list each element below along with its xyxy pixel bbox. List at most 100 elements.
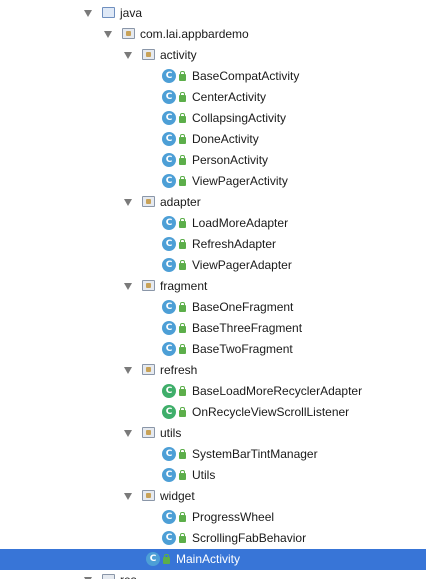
tree-row[interactable]: C OnRecycleViewScrollListener [0,402,426,423]
lock-icon [179,92,186,102]
expand-arrow-icon[interactable] [104,31,112,38]
lock-icon [179,239,186,249]
tree-row[interactable]: C BaseLoadMoreRecyclerAdapter [0,381,426,402]
class-icon: C [162,300,176,314]
folder-icon [102,574,115,579]
tree-item-label: RefreshAdapter [192,237,277,251]
tree-row[interactable]: res [0,570,426,579]
tree-row[interactable]: C ProgressWheel [0,507,426,528]
tree-row[interactable]: widget [0,486,426,507]
lock-icon [179,155,186,165]
class-icon: C [162,111,176,125]
class-icon: C [162,174,176,188]
class-icon: C [146,552,160,566]
lock-icon [179,302,186,312]
tree-row[interactable]: C BaseThreeFragment [0,318,426,339]
tree-item-label: widget [160,489,195,503]
tree-item-label: BaseThreeFragment [192,321,303,335]
package-icon [142,490,155,501]
expand-arrow-icon[interactable] [124,367,132,374]
tree-row[interactable]: fragment [0,276,426,297]
tree-item-label: utils [160,426,182,440]
tree-row[interactable]: C ScrollingFabBehavior [0,528,426,549]
class-icon: C [162,132,176,146]
lock-icon [179,449,186,459]
lock-icon [179,260,186,270]
package-icon [122,28,135,39]
tree-item-label: CenterActivity [192,90,267,104]
tree-row[interactable]: C ViewPagerAdapter [0,255,426,276]
expand-arrow-icon[interactable] [84,10,92,17]
lock-icon [179,113,186,123]
class-icon: C [162,447,176,461]
tree-row[interactable]: adapter [0,192,426,213]
tree-row[interactable]: C CenterActivity [0,87,426,108]
lock-icon [179,71,186,81]
tree-row[interactable]: C CollapsingActivity [0,108,426,129]
expand-arrow-icon[interactable] [124,199,132,206]
package-icon [142,427,155,438]
lock-icon [179,533,186,543]
tree-row[interactable]: C LoadMoreAdapter [0,213,426,234]
class-icon: C [162,237,176,251]
class-icon: C [162,216,176,230]
package-icon [142,49,155,60]
tree-row[interactable]: C ViewPagerActivity [0,171,426,192]
package-icon [142,196,155,207]
tree-item-label: java [120,6,143,20]
tree-item-label: PersonActivity [192,153,269,167]
tree-row[interactable]: activity [0,45,426,66]
tree-item-label: activity [160,48,197,62]
tree-item-label: BaseLoadMoreRecyclerAdapter [192,384,363,398]
class-icon: C [162,531,176,545]
tree-item-label: BaseOneFragment [192,300,294,314]
tree-row[interactable]: C PersonActivity [0,150,426,171]
expand-arrow-icon[interactable] [124,493,132,500]
lock-icon [179,218,186,228]
class-icon: C [162,69,176,83]
lock-icon [179,386,186,396]
tree-item-label: ViewPagerActivity [192,174,288,188]
tree-item-label: Utils [192,468,216,482]
class-icon: C [162,90,176,104]
expand-arrow-icon[interactable] [124,52,132,59]
expand-arrow-icon[interactable] [124,430,132,437]
tree-row[interactable]: C BaseCompatActivity [0,66,426,87]
class-icon: C [162,405,176,419]
tree-item-label: OnRecycleViewScrollListener [192,405,350,419]
lock-icon [179,407,186,417]
tree-row[interactable]: C MainActivity [0,549,426,570]
tree-row[interactable]: utils [0,423,426,444]
tree-row[interactable]: C RefreshAdapter [0,234,426,255]
tree-row[interactable]: C BaseTwoFragment [0,339,426,360]
lock-icon [163,554,170,564]
tree-item-label: ScrollingFabBehavior [192,531,307,545]
tree-item-label: MainActivity [176,552,241,566]
tree-item-label: SystemBarTintManager [192,447,318,461]
tree-item-label: ProgressWheel [192,510,275,524]
tree-row[interactable]: C BaseOneFragment [0,297,426,318]
tree-row[interactable]: java [0,3,426,24]
tree-row[interactable]: C Utils [0,465,426,486]
tree-item-label: adapter [160,195,201,209]
tree-item-label: refresh [160,363,198,377]
tree-item-label: fragment [160,279,208,293]
class-icon: C [162,321,176,335]
project-tree[interactable]: java com.lai.appbardemo activity C BaseCompa… [0,0,426,579]
tree-item-label: res [120,573,137,579]
package-icon [142,364,155,375]
class-icon: C [162,468,176,482]
class-icon: C [162,384,176,398]
tree-row[interactable]: C SystemBarTintManager [0,444,426,465]
folder-icon [102,7,115,18]
expand-arrow-icon[interactable] [124,283,132,290]
tree-item-label: BaseTwoFragment [192,342,293,356]
tree-row[interactable]: refresh [0,360,426,381]
class-icon: C [162,510,176,524]
tree-row[interactable]: com.lai.appbardemo [0,24,426,45]
class-icon: C [162,258,176,272]
tree-item-label: BaseCompatActivity [192,69,300,83]
lock-icon [179,470,186,480]
tree-row[interactable]: C DoneActivity [0,129,426,150]
tree-item-label: ViewPagerAdapter [192,258,292,272]
